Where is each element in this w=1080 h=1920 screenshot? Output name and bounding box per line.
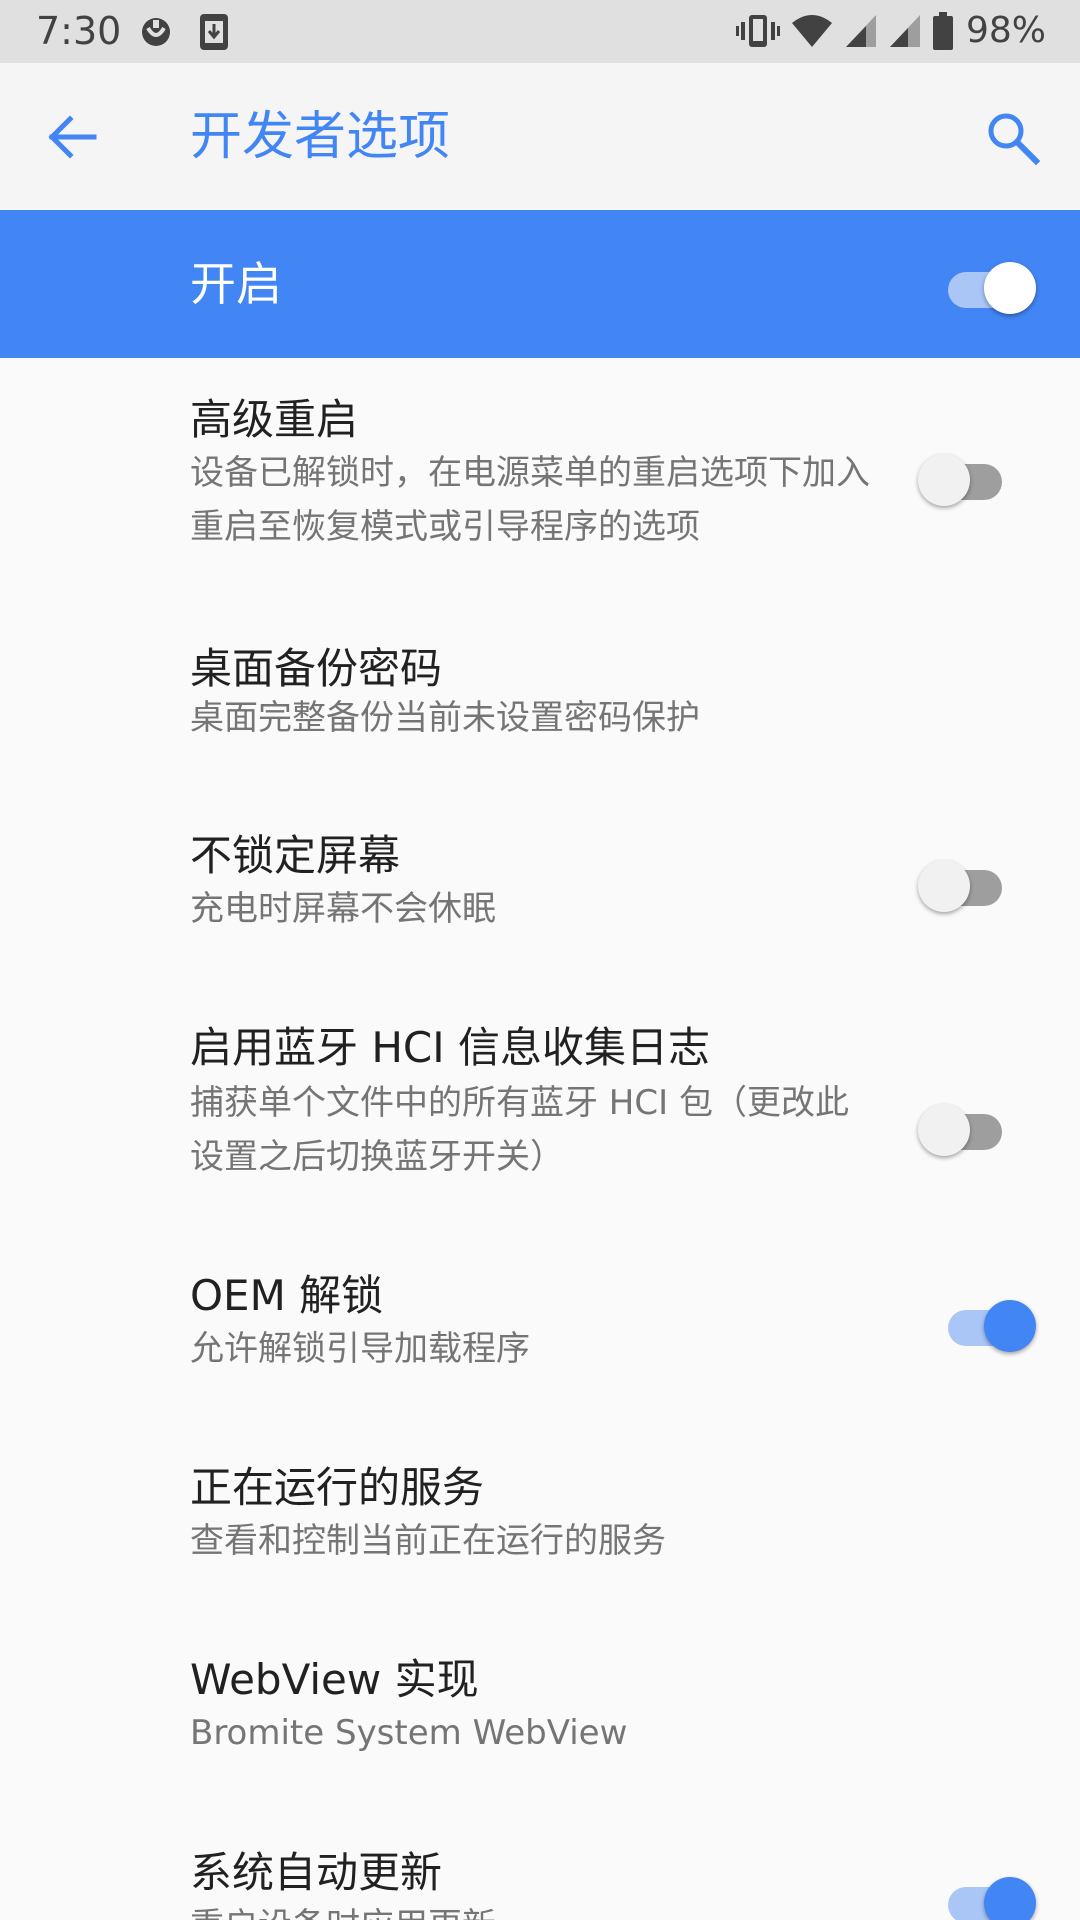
pref-running-services[interactable]: 正在运行的服务 查看和控制当前正在运行的服务 xyxy=(0,1460,1080,1590)
download-icon xyxy=(198,12,234,52)
pref-summary: 设备已解锁时，在电源菜单的重启选项下加入重启至恢复模式或引导程序的选项 xyxy=(190,453,870,547)
pref-summary: 桌面完整备份当前未设置密码保护 xyxy=(190,698,700,738)
master-toggle-switch[interactable] xyxy=(940,254,1036,314)
switch-thumb xyxy=(918,454,970,506)
pref-desktop-backup-password[interactable]: 桌面备份密码 桌面完整备份当前未设置密码保护 xyxy=(0,635,1080,765)
pref-summary: 捕获单个文件中的所有蓝牙 HCI 包（更改此设置之后切换蓝牙开关） xyxy=(190,1083,849,1177)
pref-summary: 充电时屏幕不会休眠 xyxy=(190,889,496,929)
pref-summary: Bromite System WebView xyxy=(190,1713,628,1753)
battery-percentage: 98% xyxy=(965,10,1046,51)
toggle-switch[interactable] xyxy=(918,1096,1008,1156)
pref-title: OEM 解锁 xyxy=(190,1271,384,1320)
pref-title: 启用蓝牙 HCI 信息收集日志 xyxy=(190,1023,710,1072)
pref-bluetooth-hci-log[interactable]: 启用蓝牙 HCI 信息收集日志 捕获单个文件中的所有蓝牙 HCI 包（更改此设置… xyxy=(0,1020,1080,1200)
switch-thumb xyxy=(918,860,970,912)
toggle-switch[interactable] xyxy=(940,1869,1036,1920)
pref-title: 高级重启 xyxy=(190,395,359,444)
pref-title: 正在运行的服务 xyxy=(190,1463,485,1512)
toggle-switch[interactable] xyxy=(940,1292,1036,1352)
toggle-switch[interactable] xyxy=(918,852,1008,912)
page-title: 开发者选项 xyxy=(190,107,451,167)
signal-icon-2 xyxy=(888,11,922,51)
pref-summary: 查看和控制当前正在运行的服务 xyxy=(190,1521,666,1561)
status-time: 7:30 xyxy=(36,9,122,53)
pref-stay-awake[interactable]: 不锁定屏幕 充电时屏幕不会休眠 xyxy=(0,828,1080,958)
status-bar: 7:30 98% xyxy=(0,0,1080,63)
master-switch-bar[interactable]: 开启 xyxy=(0,210,1080,358)
pref-webview-implementation[interactable]: WebView 实现 Bromite System WebView xyxy=(0,1652,1080,1782)
battery-icon xyxy=(932,11,954,51)
pref-automatic-system-updates[interactable]: 系统自动更新 重启设备时应用更新 xyxy=(0,1845,1080,1920)
switch-thumb xyxy=(984,1300,1036,1352)
app-toolbar: 开发者选项 xyxy=(0,63,1080,210)
pref-advanced-reboot[interactable]: 高级重启 设备已解锁时，在电源菜单的重启选项下加入重启至恢复模式或引导程序的选项 xyxy=(0,380,1080,570)
pref-title: 不锁定屏幕 xyxy=(190,831,401,880)
pref-summary: 允许解锁引导加载程序 xyxy=(190,1329,530,1369)
wifi-icon xyxy=(790,11,834,51)
pref-summary: 重启设备时应用更新 xyxy=(190,1899,880,1920)
notification-app-icon xyxy=(138,12,174,52)
pref-oem-unlock[interactable]: OEM 解锁 允许解锁引导加载程序 xyxy=(0,1268,1080,1398)
pref-title: WebView 实现 xyxy=(190,1655,479,1704)
switch-thumb xyxy=(984,262,1036,314)
vibrate-icon xyxy=(735,11,780,51)
status-right-group: 98% xyxy=(726,8,1046,54)
pref-title: 系统自动更新 xyxy=(190,1848,443,1897)
master-switch-label: 开启 xyxy=(190,257,282,311)
search-icon[interactable] xyxy=(984,109,1042,167)
pref-title: 桌面备份密码 xyxy=(190,644,443,693)
toggle-switch[interactable] xyxy=(918,446,1008,506)
switch-thumb xyxy=(984,1877,1036,1920)
switch-thumb xyxy=(918,1104,970,1156)
back-arrow-icon[interactable] xyxy=(44,113,100,161)
signal-icon xyxy=(844,11,878,51)
